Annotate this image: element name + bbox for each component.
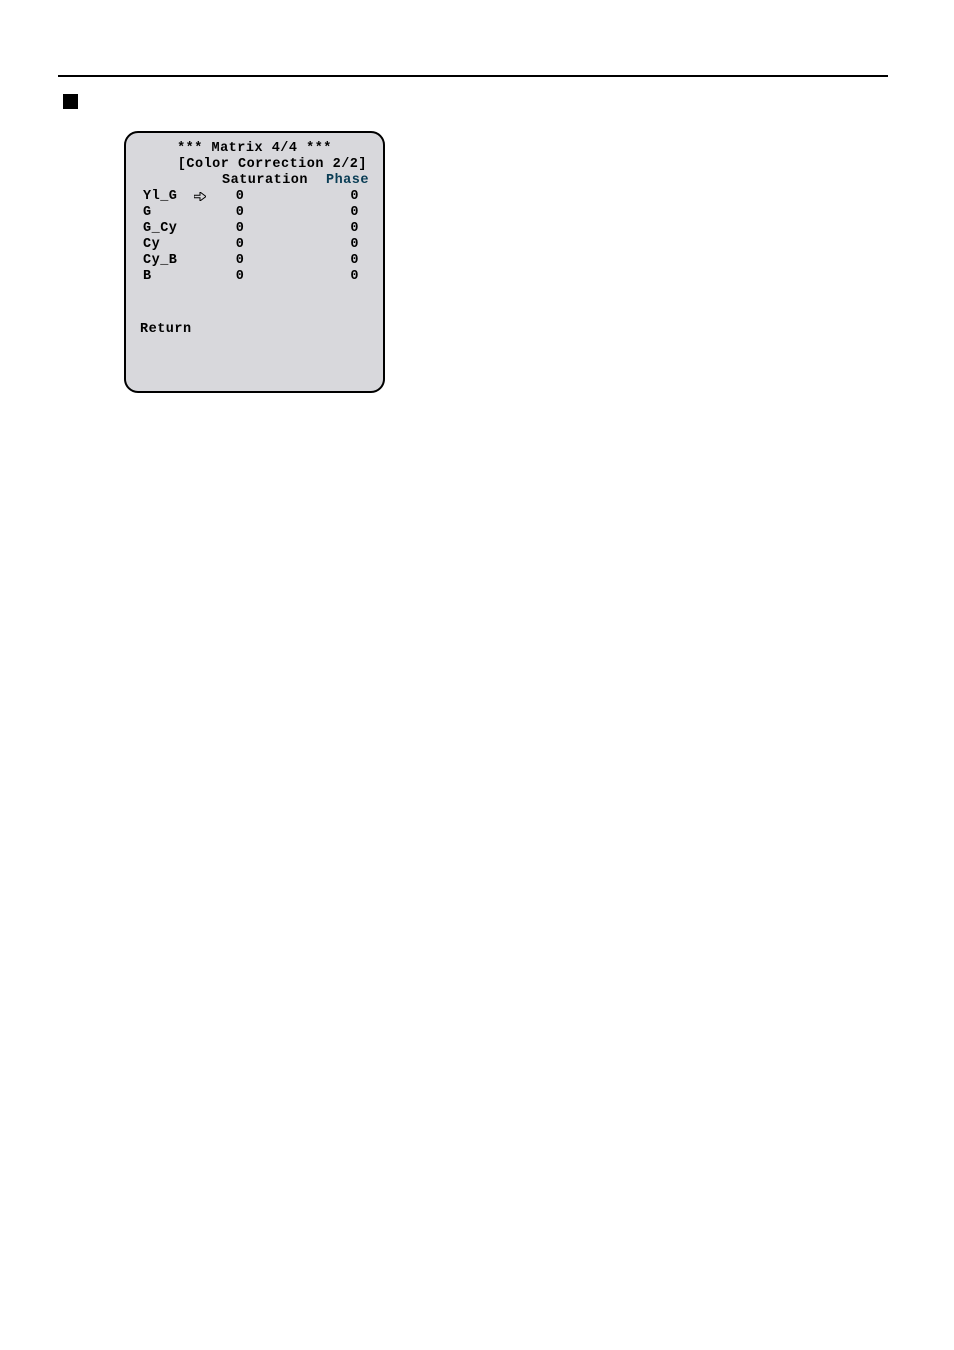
menu-subtitle: [Color Correction 2/2] bbox=[136, 157, 373, 172]
phase-value: 0 bbox=[270, 253, 373, 268]
menu-row-g[interactable]: G 0 0 bbox=[136, 205, 373, 220]
menu-header-row: Saturation Phase bbox=[136, 173, 373, 188]
saturation-value: 0 bbox=[210, 237, 270, 252]
row-label: Yl_G bbox=[136, 189, 190, 204]
menu-title: *** Matrix 4/4 *** bbox=[136, 141, 373, 156]
cursor-cell bbox=[190, 192, 210, 201]
header-saturation: Saturation bbox=[218, 173, 312, 188]
menu-row-cy[interactable]: Cy 0 0 bbox=[136, 237, 373, 252]
matrix-menu-panel: *** Matrix 4/4 *** [Color Correction 2/2… bbox=[124, 131, 385, 393]
header-spacer bbox=[136, 173, 218, 188]
row-label: G bbox=[136, 205, 190, 220]
return-item[interactable]: Return bbox=[136, 322, 373, 337]
menu-row-cyb[interactable]: Cy_B 0 0 bbox=[136, 253, 373, 268]
menu-row-ylg[interactable]: Yl_G 0 0 bbox=[136, 189, 373, 204]
saturation-value: 0 bbox=[210, 221, 270, 236]
row-label: G_Cy bbox=[136, 221, 190, 236]
cursor-right-arrow-icon bbox=[194, 192, 206, 201]
phase-value: 0 bbox=[270, 189, 373, 204]
horizontal-rule bbox=[58, 75, 888, 77]
saturation-value: 0 bbox=[210, 205, 270, 220]
section-bullet-icon bbox=[63, 94, 78, 109]
saturation-value: 0 bbox=[210, 189, 270, 204]
row-label: Cy bbox=[136, 237, 190, 252]
phase-value: 0 bbox=[270, 269, 373, 284]
menu-row-gcy[interactable]: G_Cy 0 0 bbox=[136, 221, 373, 236]
saturation-value: 0 bbox=[210, 269, 270, 284]
row-label: B bbox=[136, 269, 190, 284]
header-phase: Phase bbox=[312, 173, 373, 188]
row-label: Cy_B bbox=[136, 253, 190, 268]
phase-value: 0 bbox=[270, 205, 373, 220]
saturation-value: 0 bbox=[210, 253, 270, 268]
menu-row-b[interactable]: B 0 0 bbox=[136, 269, 373, 284]
phase-value: 0 bbox=[270, 221, 373, 236]
phase-value: 0 bbox=[270, 237, 373, 252]
